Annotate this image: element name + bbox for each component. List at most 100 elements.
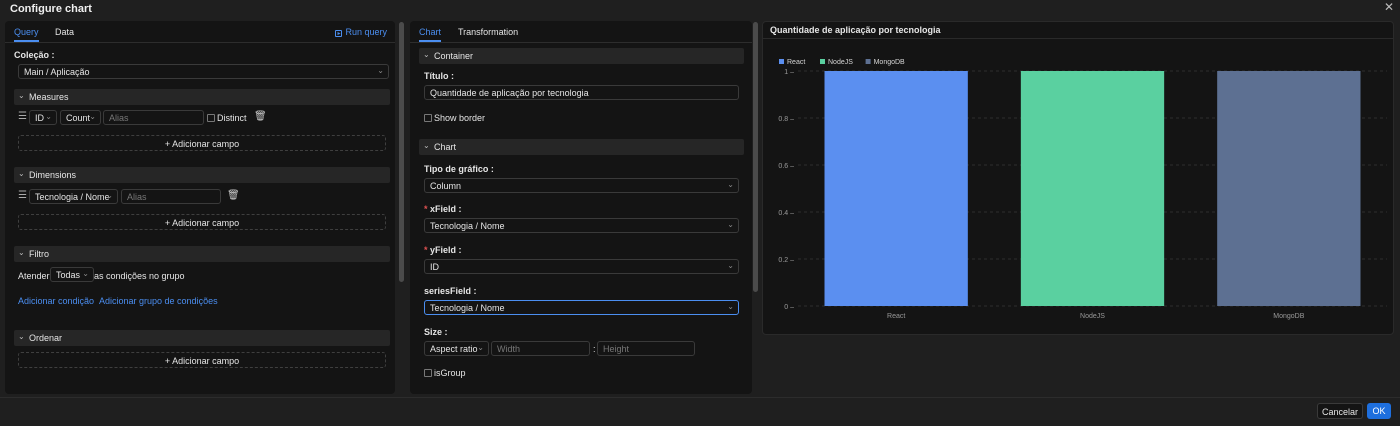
measure-aggregation-select[interactable]: Count ⌄ xyxy=(60,110,101,125)
collection-select[interactable]: Main / Aplicação ⌄ xyxy=(18,64,389,79)
chart-type-label: Tipo de gráfico : xyxy=(424,164,494,174)
y-tick-label: 0.8 – xyxy=(778,116,794,123)
container-title: Container xyxy=(434,51,474,61)
y-tick-label: 0.4 – xyxy=(778,210,794,217)
chevron-down-icon: ⌄ xyxy=(377,66,384,75)
y-tick-label: 0 – xyxy=(784,304,794,311)
trash-icon[interactable]: 🗑 xyxy=(227,190,240,201)
filter-suffix: as condições no grupo xyxy=(94,271,185,281)
tab-chart[interactable]: Chart xyxy=(419,27,442,42)
add-order-button[interactable]: + Adicionar campo xyxy=(18,352,386,368)
chevron-down-icon: ⌄ xyxy=(727,220,734,229)
width-input[interactable]: Width xyxy=(491,341,590,356)
chevron-down-icon: ⌄ xyxy=(18,332,25,341)
x-tick-label: NodeJS xyxy=(1080,313,1105,320)
collection-label: Coleção : xyxy=(14,50,55,60)
size-separator: : xyxy=(593,344,596,354)
chevron-down-icon: ⌄ xyxy=(18,169,25,178)
dimension-alias-input[interactable]: Alias xyxy=(121,189,221,204)
add-dimension-button[interactable]: + Adicionar campo xyxy=(18,214,386,230)
chevron-down-icon: ⌄ xyxy=(106,191,113,200)
legend-item: MongoDB xyxy=(874,59,905,66)
filter-prefix: Atender xyxy=(18,271,50,281)
trash-icon[interactable]: 🗑 xyxy=(254,111,267,122)
drag-handle-icon[interactable]: ☰ xyxy=(18,190,27,201)
bar-react xyxy=(824,71,968,306)
measures-section-header[interactable]: ⌄ Measures xyxy=(14,89,390,105)
dimension-field-select[interactable]: Tecnologia / Nome ⌄ xyxy=(29,189,118,204)
legend-item: React xyxy=(787,59,805,66)
show-border-checkbox[interactable] xyxy=(424,114,432,122)
xfield-label: * xField : xyxy=(424,204,462,214)
measure-field-select[interactable]: ID ⌄ xyxy=(29,110,57,125)
tab-transformation[interactable]: Transformation xyxy=(458,27,518,37)
ok-button[interactable]: OK xyxy=(1367,403,1391,419)
show-border-label: Show border xyxy=(434,113,486,123)
order-title: Ordenar xyxy=(29,333,63,343)
query-panel-scrollbar[interactable] xyxy=(399,22,404,282)
query-tabs: Query Data ▸ Run query xyxy=(5,21,395,43)
isgroup-checkbox[interactable] xyxy=(424,369,432,377)
chevron-down-icon: ⌄ xyxy=(727,302,734,311)
title-label: Título : xyxy=(424,71,454,81)
yfield-label: * yField : xyxy=(424,245,462,255)
add-condition-group-link[interactable]: Adicionar grupo de condições xyxy=(99,296,218,306)
filter-mode-select[interactable]: Todas ⌄ xyxy=(50,267,94,282)
chart-config-panel: Chart Transformation ⌄ Container Título :… xyxy=(410,21,752,394)
tab-data[interactable]: Data xyxy=(55,27,74,37)
container-section-header[interactable]: ⌄ Container xyxy=(419,48,744,64)
legend-swatch xyxy=(865,59,871,64)
chart-tabs: Chart Transformation xyxy=(410,21,752,43)
y-tick-label: 0.2 – xyxy=(778,257,794,264)
x-tick-label: MongoDB xyxy=(1273,313,1304,320)
series-field-select[interactable]: Tecnologia / Nome ⌄ xyxy=(424,300,739,315)
chevron-down-icon: ⌄ xyxy=(423,50,430,59)
run-icon: ▸ xyxy=(335,30,343,37)
distinct-label: Distinct xyxy=(217,113,247,123)
chevron-down-icon: ⌄ xyxy=(18,91,25,100)
chevron-down-icon: ⌄ xyxy=(477,343,484,352)
dimensions-title: Dimensions xyxy=(29,170,77,180)
measures-title: Measures xyxy=(29,92,69,102)
chevron-down-icon: ⌄ xyxy=(89,112,96,121)
chart-section-title: Chart xyxy=(434,142,457,152)
drag-handle-icon[interactable]: ☰ xyxy=(18,111,27,122)
measure-alias-input[interactable]: Alias xyxy=(103,110,204,125)
chart-title-input[interactable]: Quantidade de aplicação por tecnologia xyxy=(424,85,739,100)
chevron-down-icon: ⌄ xyxy=(423,141,430,150)
chevron-down-icon: ⌄ xyxy=(727,261,734,270)
chart-panel-scrollbar[interactable] xyxy=(753,22,758,292)
dimensions-section-header[interactable]: ⌄ Dimensions xyxy=(14,167,390,183)
dialog-footer: Cancelar OK xyxy=(0,397,1400,426)
bar-nodejs xyxy=(1020,71,1165,306)
y-tick-label: 0.6 – xyxy=(778,163,794,170)
height-input[interactable]: Height xyxy=(597,341,695,356)
cancel-button[interactable]: Cancelar xyxy=(1317,403,1363,419)
size-label: Size : xyxy=(424,327,448,337)
xfield-select[interactable]: Tecnologia / Nome ⌄ xyxy=(424,218,739,233)
order-section-header[interactable]: ⌄ Ordenar xyxy=(14,330,390,346)
distinct-checkbox[interactable] xyxy=(207,114,215,122)
chevron-down-icon: ⌄ xyxy=(45,112,52,121)
close-icon[interactable]: ✕ xyxy=(1384,0,1394,14)
legend-swatch xyxy=(779,59,784,64)
dialog-title: Configure chart xyxy=(10,3,92,15)
chevron-down-icon: ⌄ xyxy=(82,269,89,278)
chart-type-select[interactable]: Column ⌄ xyxy=(424,178,739,193)
chart-section-header[interactable]: ⌄ Chart xyxy=(419,139,744,155)
add-condition-link[interactable]: Adicionar condição xyxy=(18,296,94,306)
size-mode-select[interactable]: Aspect ratio ⌄ xyxy=(424,341,489,356)
run-query-button[interactable]: ▸ Run query xyxy=(335,27,387,37)
dialog-header: Configure chart ✕ xyxy=(0,0,1400,18)
x-tick-label: React xyxy=(887,313,905,320)
isgroup-label: isGroup xyxy=(434,368,466,378)
chart-preview-title: Quantidade de aplicação por tecnologia xyxy=(770,25,941,35)
y-tick-label: 1 – xyxy=(784,69,794,76)
chevron-down-icon: ⌄ xyxy=(18,248,25,257)
query-panel: Query Data ▸ Run query Coleção : Main / A… xyxy=(5,21,395,394)
add-measure-button[interactable]: + Adicionar campo xyxy=(18,135,386,151)
tab-query[interactable]: Query xyxy=(14,27,39,42)
yfield-select[interactable]: ID ⌄ xyxy=(424,259,739,274)
run-query-label: Run query xyxy=(345,27,387,37)
filter-section-header[interactable]: ⌄ Filtro xyxy=(14,246,390,262)
